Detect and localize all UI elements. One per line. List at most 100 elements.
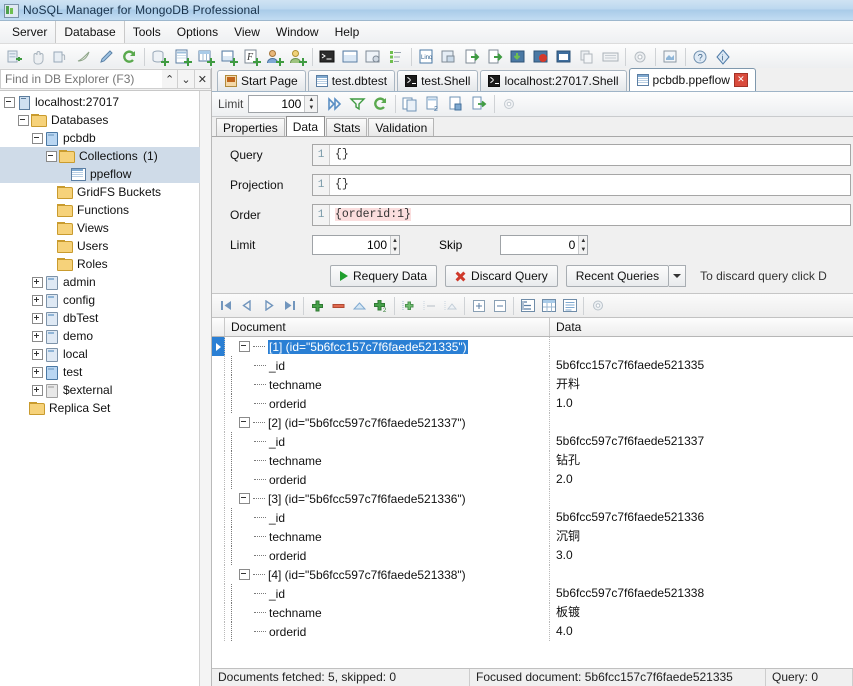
tree-expander-plus[interactable]: [32, 348, 43, 360]
data-cell[interactable]: 板镀: [550, 603, 853, 622]
row-expander-icon[interactable]: [239, 569, 250, 580]
limit-field-stepper[interactable]: ▲▼: [312, 235, 400, 255]
filter-icon[interactable]: [346, 93, 369, 115]
data-cell[interactable]: 1.0: [550, 394, 853, 413]
database-tree[interactable]: localhost:27017 Databases pcbdb Collections…: [0, 91, 211, 686]
document-cell[interactable]: _id: [225, 584, 550, 603]
tree-expander-plus[interactable]: [32, 330, 43, 342]
edit-connection-icon[interactable]: [72, 46, 95, 68]
tree-item-config[interactable]: config: [0, 291, 211, 309]
grid-rows[interactable]: [1] (id="5b6fcc157c7f6faede521335") _id 5b…: [212, 337, 853, 668]
data-cell[interactable]: 5b6fcc597c7f6faede521336: [550, 508, 853, 527]
query-value[interactable]: {}: [330, 145, 850, 165]
new-user-icon[interactable]: [263, 46, 286, 68]
next-record-icon[interactable]: [258, 296, 279, 316]
document-cell[interactable]: orderid: [225, 622, 550, 641]
add-field-icon[interactable]: [398, 296, 419, 316]
row-expander-icon[interactable]: [239, 493, 250, 504]
export-document-icon[interactable]: [468, 93, 491, 115]
limit-field-arrows[interactable]: ▲ ▼: [390, 236, 399, 254]
menu-tools[interactable]: Tools: [125, 21, 169, 43]
tab-test-shell[interactable]: test.Shell: [397, 70, 479, 91]
run-all-icon[interactable]: [323, 93, 346, 115]
tree-item-collections[interactable]: Collections (1): [0, 147, 200, 165]
menu-server[interactable]: Server: [4, 21, 55, 43]
table-row[interactable]: techname 开料: [212, 375, 853, 394]
limit-input[interactable]: [249, 96, 305, 112]
table-row[interactable]: [2] (id="5b6fcc597c7f6faede521337"): [212, 413, 853, 432]
refresh-icon[interactable]: [118, 46, 141, 68]
skip-arrows[interactable]: ▲ ▼: [578, 236, 588, 254]
options-icon[interactable]: [629, 46, 652, 68]
tree-item-functions[interactable]: Functions: [0, 201, 211, 219]
tree-expander-plus[interactable]: [32, 276, 43, 288]
projection-value[interactable]: {}: [330, 175, 850, 195]
column-header-document[interactable]: Document: [225, 318, 550, 336]
data-cell[interactable]: 4.0: [550, 622, 853, 641]
tree-view-icon[interactable]: [517, 296, 538, 316]
data-cell[interactable]: 5b6fcc157c7f6faede521335: [550, 356, 853, 375]
tree-item-external[interactable]: $external: [0, 381, 211, 399]
first-record-icon[interactable]: [216, 296, 237, 316]
find-prev-button[interactable]: ⌃: [162, 69, 179, 89]
table-row[interactable]: [4] (id="5b6fcc597c7f6faede521338"): [212, 565, 853, 584]
paste-document-icon[interactable]: [445, 93, 468, 115]
prev-record-icon[interactable]: [237, 296, 258, 316]
query-editor[interactable]: 1 {}: [312, 144, 851, 166]
find-close-button[interactable]: ✕: [194, 69, 211, 89]
menu-view[interactable]: View: [226, 21, 268, 43]
disconnect-server-icon[interactable]: [26, 46, 49, 68]
settings-icon[interactable]: [498, 93, 521, 115]
table-row[interactable]: [3] (id="5b6fcc597c7f6faede521336"): [212, 489, 853, 508]
tab-start-page[interactable]: Start Page: [217, 70, 306, 91]
subtab-data[interactable]: Data: [285, 116, 326, 136]
subtab-properties[interactable]: Properties: [216, 118, 285, 136]
table-row[interactable]: techname 板镀: [212, 603, 853, 622]
tree-item-views[interactable]: Views: [0, 219, 211, 237]
sql-query-icon[interactable]: [438, 46, 461, 68]
help-icon[interactable]: ?: [689, 46, 712, 68]
delete-record-icon[interactable]: [328, 296, 349, 316]
search-input[interactable]: [0, 69, 162, 89]
data-cell[interactable]: 沉铜: [550, 527, 853, 546]
data-cell[interactable]: [550, 565, 853, 584]
data-cell[interactable]: [550, 337, 853, 356]
data-cell[interactable]: 3.0: [550, 546, 853, 565]
document-cell[interactable]: _id: [225, 432, 550, 451]
table-row[interactable]: orderid 2.0: [212, 470, 853, 489]
document-cell[interactable]: techname: [225, 375, 550, 394]
document-cell[interactable]: techname: [225, 451, 550, 470]
table-row[interactable]: [1] (id="5b6fcc157c7f6faede521335"): [212, 337, 853, 356]
document-cell[interactable]: orderid: [225, 394, 550, 413]
tree-item-localhost-27017[interactable]: localhost:27017: [0, 93, 211, 111]
projection-editor[interactable]: 1 {}: [312, 174, 851, 196]
table-row[interactable]: _id 5b6fcc597c7f6faede521336: [212, 508, 853, 527]
tree-item-replica-set[interactable]: Replica Set: [0, 399, 211, 417]
tree-item-users[interactable]: Users: [0, 237, 211, 255]
close-icon[interactable]: ✕: [733, 73, 748, 87]
new-function-icon[interactable]: F: [240, 46, 263, 68]
aggregation-icon[interactable]: [362, 46, 385, 68]
new-database-icon[interactable]: [148, 46, 171, 68]
tree-item-local[interactable]: local: [0, 345, 211, 363]
data-cell[interactable]: 2.0: [550, 470, 853, 489]
tree-expander-plus[interactable]: [32, 366, 43, 378]
row-expander-icon[interactable]: [239, 341, 250, 352]
document-cell[interactable]: [3] (id="5b6fcc597c7f6faede521336"): [225, 489, 550, 508]
last-record-icon[interactable]: [279, 296, 300, 316]
tree-item-dbtest[interactable]: dbTest: [0, 309, 211, 327]
tree-expander-minus[interactable]: [32, 132, 43, 144]
tree-item-ppeflow[interactable]: ppeflow: [0, 165, 200, 183]
requery-data-button[interactable]: Requery Data: [330, 265, 438, 287]
document-cell[interactable]: _id: [225, 356, 550, 375]
tree-item-gridfs-buckets[interactable]: GridFS Buckets: [0, 183, 211, 201]
grid-settings-icon[interactable]: [587, 296, 608, 316]
document-cell[interactable]: techname: [225, 603, 550, 622]
data-cell[interactable]: 5b6fcc597c7f6faede521337: [550, 432, 853, 451]
new-role-icon[interactable]: [286, 46, 309, 68]
tree-expander-minus[interactable]: [18, 114, 29, 126]
index-manager-icon[interactable]: [385, 46, 408, 68]
table-row[interactable]: orderid 3.0: [212, 546, 853, 565]
table-row[interactable]: _id 5b6fcc597c7f6faede521337: [212, 432, 853, 451]
collapse-all-icon[interactable]: [489, 296, 510, 316]
